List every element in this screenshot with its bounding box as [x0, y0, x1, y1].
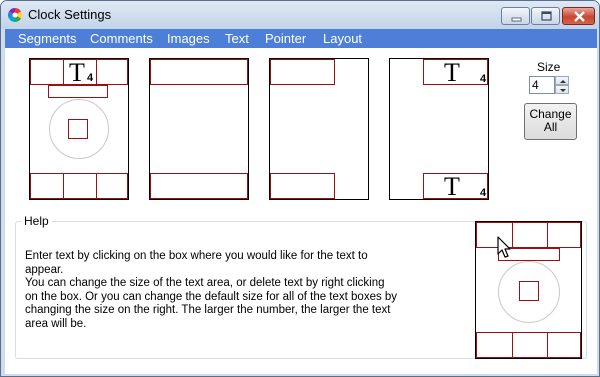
minimize-icon [511, 17, 522, 22]
minimize-button[interactable] [501, 7, 530, 25]
text-marker-t: T [69, 58, 85, 87]
text-marker-t: T [444, 172, 460, 201]
example-bottom-box [476, 332, 581, 358]
layout-preview-left[interactable] [269, 58, 369, 200]
text-size-marker: 4 [480, 73, 487, 85]
help-text-1: Enter text by clicking on the box where … [25, 250, 368, 276]
text-size-marker: 4 [87, 72, 94, 84]
layout-preview-right[interactable]: T 4 T 4 [389, 58, 489, 200]
close-icon [574, 11, 585, 22]
menu-pointer[interactable]: Pointer [265, 31, 306, 46]
top-text-box[interactable]: T 4 [30, 58, 128, 87]
layout-preview-clock[interactable]: T 4 [29, 58, 129, 200]
bottom-text-box[interactable] [30, 173, 128, 199]
menu-bar: Segments Comments Images Text Pointer La… [5, 29, 597, 48]
menu-segments[interactable]: Segments [18, 31, 77, 46]
bottom-text-box[interactable] [270, 173, 335, 199]
change-all-label-2: All [543, 120, 558, 134]
close-button[interactable] [562, 7, 595, 25]
sub-text-box[interactable] [48, 85, 108, 98]
top-text-box[interactable] [150, 59, 248, 85]
mouse-pointer-icon [497, 236, 511, 258]
size-spin-down[interactable] [555, 85, 569, 94]
change-all-button[interactable]: Change All [524, 103, 577, 140]
size-label: Size [537, 60, 561, 74]
example-top-box [476, 222, 581, 248]
menu-layout[interactable]: Layout [323, 31, 362, 46]
window-title: Clock Settings [28, 7, 112, 22]
bottom-text-box[interactable]: T 4 [423, 172, 488, 201]
menu-comments[interactable]: Comments [90, 31, 153, 46]
layout-preview-top-bottom[interactable] [149, 58, 249, 200]
bottom-text-box[interactable] [150, 173, 248, 199]
maximize-icon [541, 11, 552, 21]
top-text-box[interactable]: T 4 [423, 58, 488, 87]
menu-text[interactable]: Text [225, 31, 249, 46]
maximize-button[interactable] [531, 7, 560, 25]
client-area: T 4 T 4 T 4 Size 4 Change All Help Enter… [5, 48, 597, 374]
help-title: Help [21, 214, 52, 228]
help-example-diagram [475, 221, 582, 359]
size-spin-up[interactable] [555, 76, 569, 85]
clock-settings-window: Clock Settings Segments Comments Images … [0, 0, 600, 377]
help-text-2: You can change the size of the text area… [25, 277, 398, 330]
top-text-box[interactable] [270, 59, 335, 85]
title-bar[interactable]: Clock Settings [1, 1, 599, 29]
menu-images[interactable]: Images [167, 31, 210, 46]
text-size-marker: 4 [480, 187, 487, 199]
center-box[interactable] [68, 119, 88, 139]
color-wheel-icon [8, 8, 22, 22]
example-center-box [519, 281, 539, 301]
chevron-down-icon [560, 89, 566, 92]
size-input[interactable] [529, 76, 555, 94]
text-marker-t: T [444, 58, 460, 87]
